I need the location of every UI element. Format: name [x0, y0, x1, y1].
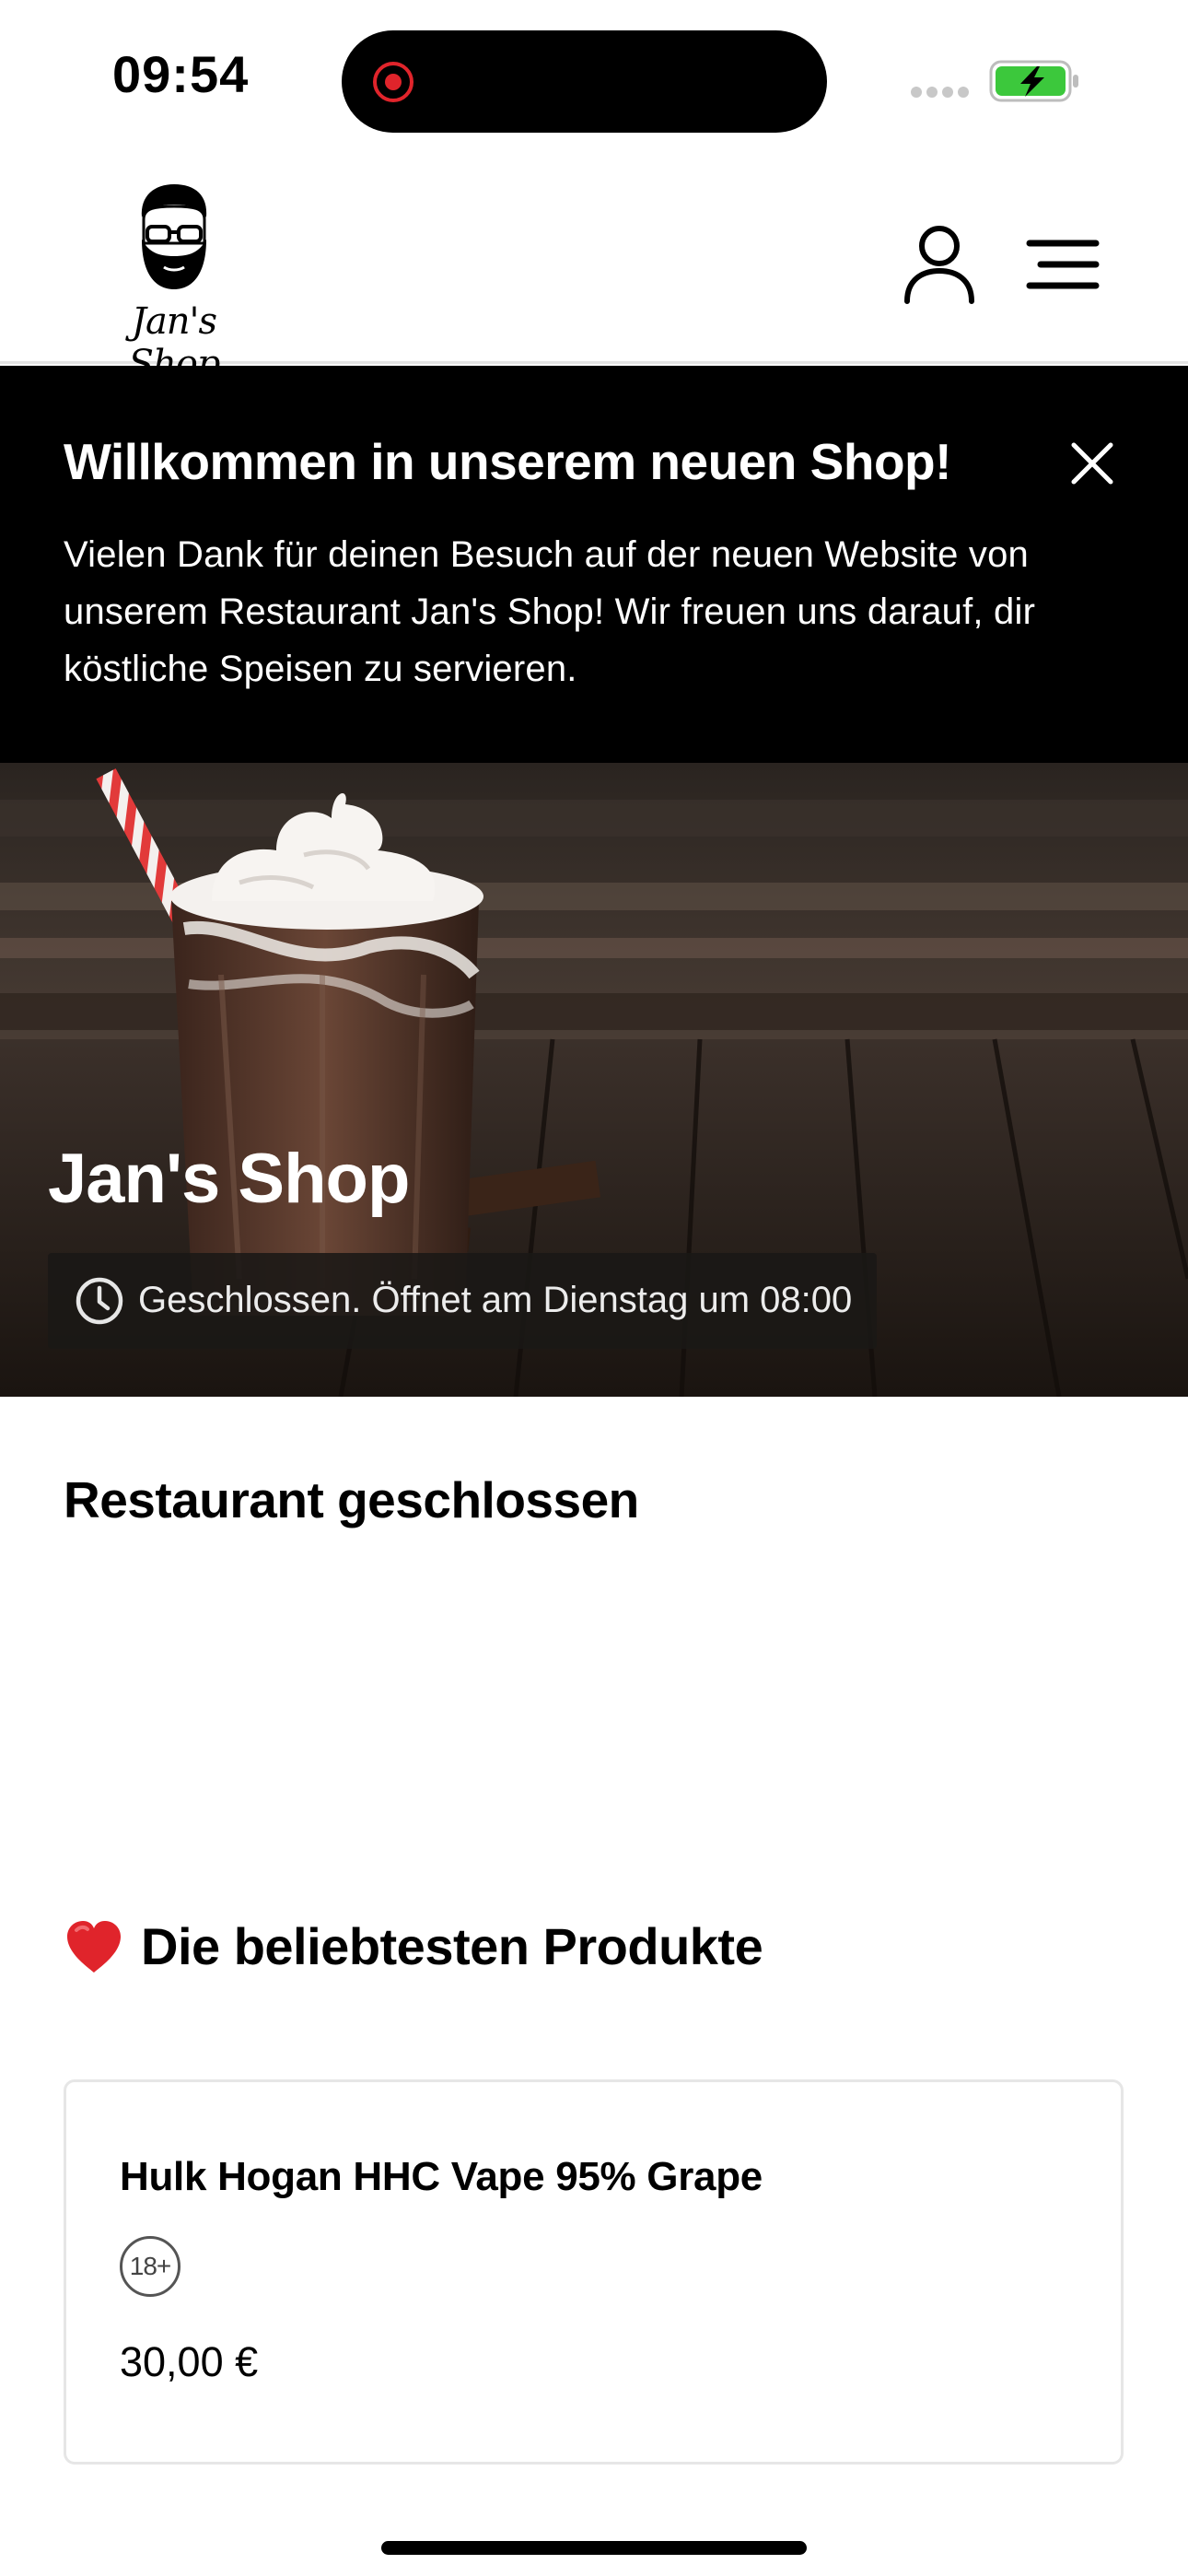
dynamic-island [342, 30, 827, 133]
shop-logo[interactable]: Jan's Shop [87, 182, 262, 385]
recording-indicator-icon [373, 62, 413, 102]
hero-banner: Jan's Shop Geschlossen. Öffnet am Dienst… [0, 763, 1188, 1397]
opening-hours-text: Geschlossen. Öffnet am Dienstag um 08:00 [138, 1280, 853, 1320]
signal-icon [911, 87, 969, 98]
site-header: Jan's Shop [0, 157, 1188, 385]
home-indicator[interactable] [381, 2541, 807, 2555]
welcome-title: Willkommen in unserem neuen Shop! [64, 433, 951, 490]
status-time: 09:54 [112, 45, 250, 103]
user-icon[interactable] [898, 223, 981, 306]
product-name: Hulk Hogan HHC Vape 95% Grape [120, 2154, 763, 2199]
status-bar: 09:54 [0, 0, 1188, 157]
restaurant-closed-heading: Restaurant geschlossen [64, 1471, 639, 1528]
opening-hours-badge: Geschlossen. Öffnet am Dienstag um 08:00 [48, 1253, 877, 1349]
clock-icon [76, 1277, 123, 1325]
bearded-face-logo-icon [141, 184, 207, 289]
hero-title: Jan's Shop [48, 1140, 410, 1218]
welcome-text: Vielen Dank für deinen Besuch auf der ne… [64, 534, 1036, 689]
hamburger-menu-icon[interactable] [1026, 232, 1100, 297]
popular-products-title: Die beliebtesten Produkte [141, 1917, 763, 1975]
battery-charging-icon [989, 60, 1078, 102]
heart-icon [67, 1920, 121, 1973]
popular-products-heading: Die beliebtesten Produkte [64, 1916, 763, 1976]
product-card[interactable]: Hulk Hogan HHC Vape 95% Grape 18+ 30,00 … [64, 2079, 1124, 2465]
close-icon[interactable] [1068, 439, 1116, 487]
age-restriction-badge: 18+ [120, 2236, 181, 2297]
product-price: 30,00 € [120, 2338, 259, 2385]
welcome-banner: Willkommen in unserem neuen Shop! Vielen… [0, 366, 1188, 763]
